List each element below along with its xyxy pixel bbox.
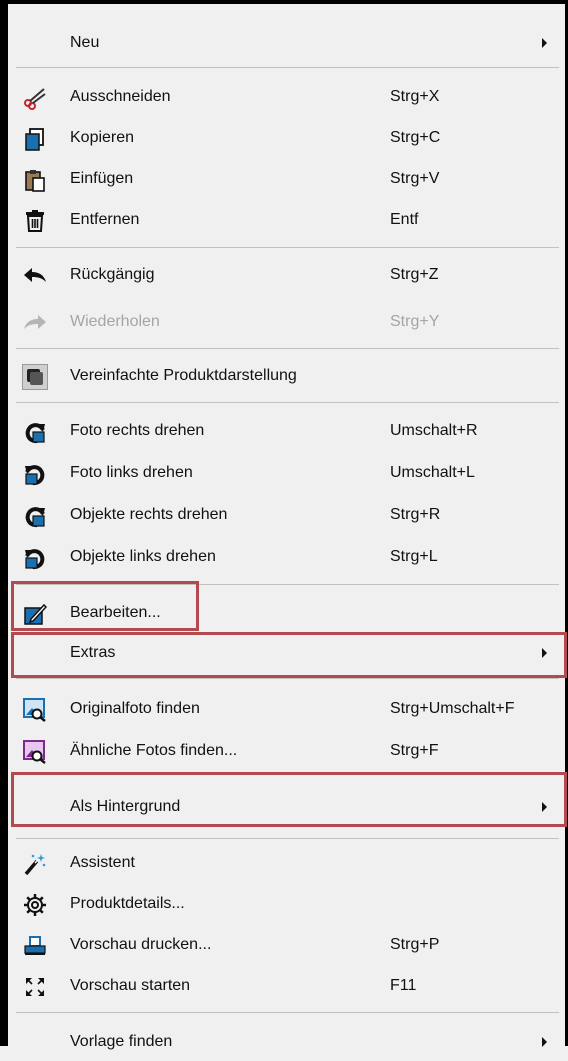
menu-item-label: Ausschneiden: [70, 88, 171, 105]
menu-item-label: Einfügen: [70, 170, 134, 187]
menu-item-objects-rotate-left[interactable]: Objekte links drehen Strg+L: [8, 538, 565, 576]
menu-item-label: Produktdetails...: [70, 895, 185, 912]
menu-item-new[interactable]: Neu: [8, 24, 565, 62]
menu-item-label: Ähnliche Fotos finden...: [70, 742, 238, 759]
shortcut-text: Umschalt+R: [390, 422, 478, 439]
shortcut-text: Entf: [390, 211, 419, 228]
trash-icon: [22, 208, 48, 234]
shortcut-text: Umschalt+L: [390, 464, 475, 481]
shortcut-text: Strg+Umschalt+F: [390, 700, 515, 717]
shortcut-text: Strg+X: [390, 88, 440, 105]
highlight-box-edit: [11, 581, 199, 631]
menu-item-paste[interactable]: Einfügen Strg+V: [8, 160, 565, 198]
checked-toggle-icon: [22, 364, 48, 390]
menu-item-cut[interactable]: Ausschneiden Strg+X: [8, 78, 565, 116]
scissors-icon: [22, 85, 48, 111]
menu-item-objects-rotate-right[interactable]: Objekte rechts drehen Strg+R: [8, 496, 565, 534]
menu-item-label: Entfernen: [70, 211, 140, 228]
menu-item-print-preview[interactable]: Vorschau drucken... Strg+P: [8, 926, 565, 964]
menu-item-find-template[interactable]: Vorlage finden: [8, 1023, 565, 1061]
menu-item-label: Objekte rechts drehen: [70, 506, 228, 523]
separator: [16, 348, 559, 349]
separator: [16, 247, 559, 248]
shortcut-text: Strg+C: [390, 129, 441, 146]
menu-item-product-details[interactable]: Produktdetails...: [8, 885, 565, 923]
undo-icon: [22, 263, 48, 289]
menu-item-copy[interactable]: Kopieren Strg+C: [8, 119, 565, 157]
separator: [16, 838, 559, 839]
shortcut-text: Strg+P: [390, 936, 440, 953]
menu-item-label: Rückgängig: [70, 266, 155, 283]
menu-item-simplified-view[interactable]: Vereinfachte Produktdarstellung: [8, 357, 565, 395]
menu-item-label: Vorschau drucken...: [70, 936, 212, 953]
menu-item-start-preview[interactable]: Vorschau starten F11: [8, 967, 565, 1005]
gear-icon: [22, 892, 48, 918]
menu-item-label: Vorlage finden: [70, 1033, 173, 1050]
find-photo-icon: [22, 697, 48, 723]
menu-item-redo: Wiederholen Strg+Y: [8, 303, 565, 341]
shortcut-text: Strg+Y: [390, 313, 440, 330]
menu-item-delete[interactable]: Entfernen Entf: [8, 201, 565, 239]
submenu-arrow-icon: [542, 38, 547, 48]
menu-item-photo-rotate-right[interactable]: Foto rechts drehen Umschalt+R: [8, 412, 565, 450]
menu-item-photo-rotate-left[interactable]: Foto links drehen Umschalt+L: [8, 454, 565, 492]
menu-item-label: Neu: [70, 34, 100, 51]
shortcut-text: Strg+F: [390, 742, 439, 759]
menu-item-label: Originalfoto finden: [70, 700, 200, 717]
highlight-box-as-background: [11, 772, 567, 827]
separator: [16, 67, 559, 68]
menu-item-undo[interactable]: Rückgängig Strg+Z: [8, 256, 565, 294]
highlight-box-extras: [11, 632, 567, 678]
menu-item-find-original[interactable]: Originalfoto finden Strg+Umschalt+F: [8, 690, 565, 728]
separator: [16, 1012, 559, 1013]
menu-item-find-similar[interactable]: Ähnliche Fotos finden... Strg+F: [8, 732, 565, 770]
context-menu: Neu Ausschneiden Strg+X Kopieren Strg+C: [0, 0, 568, 1050]
shortcut-text: F11: [390, 977, 417, 994]
shortcut-text: Strg+V: [390, 170, 440, 187]
menu-item-label: Assistent: [70, 854, 135, 871]
fullscreen-icon: [22, 974, 48, 1000]
shortcut-text: Strg+Z: [390, 266, 439, 283]
redo-icon: [22, 310, 48, 336]
menu-item-label: Foto links drehen: [70, 464, 193, 481]
shortcut-text: Strg+R: [390, 506, 441, 523]
menu-item-label: Vereinfachte Produktdarstellung: [70, 367, 297, 384]
paste-icon: [22, 167, 48, 193]
menu-item-label: Wiederholen: [70, 313, 160, 330]
printer-icon: [22, 933, 48, 959]
magic-wand-icon: [22, 851, 48, 877]
find-similar-photos-icon: [22, 739, 48, 765]
menu-item-label: Objekte links drehen: [70, 548, 216, 565]
menu-item-label: Vorschau starten: [70, 977, 191, 994]
menu-item-label: Kopieren: [70, 129, 135, 146]
separator: [16, 678, 559, 679]
rotate-right-icon: [22, 419, 48, 445]
copy-icon: [22, 126, 48, 152]
rotate-right-icon: [22, 503, 48, 529]
menu-item-assistant[interactable]: Assistent: [8, 844, 565, 882]
rotate-left-icon: [22, 545, 48, 571]
separator: [16, 402, 559, 403]
shortcut-text: Strg+L: [390, 548, 438, 565]
menu-item-label: Foto rechts drehen: [70, 422, 205, 439]
rotate-left-icon: [22, 461, 48, 487]
